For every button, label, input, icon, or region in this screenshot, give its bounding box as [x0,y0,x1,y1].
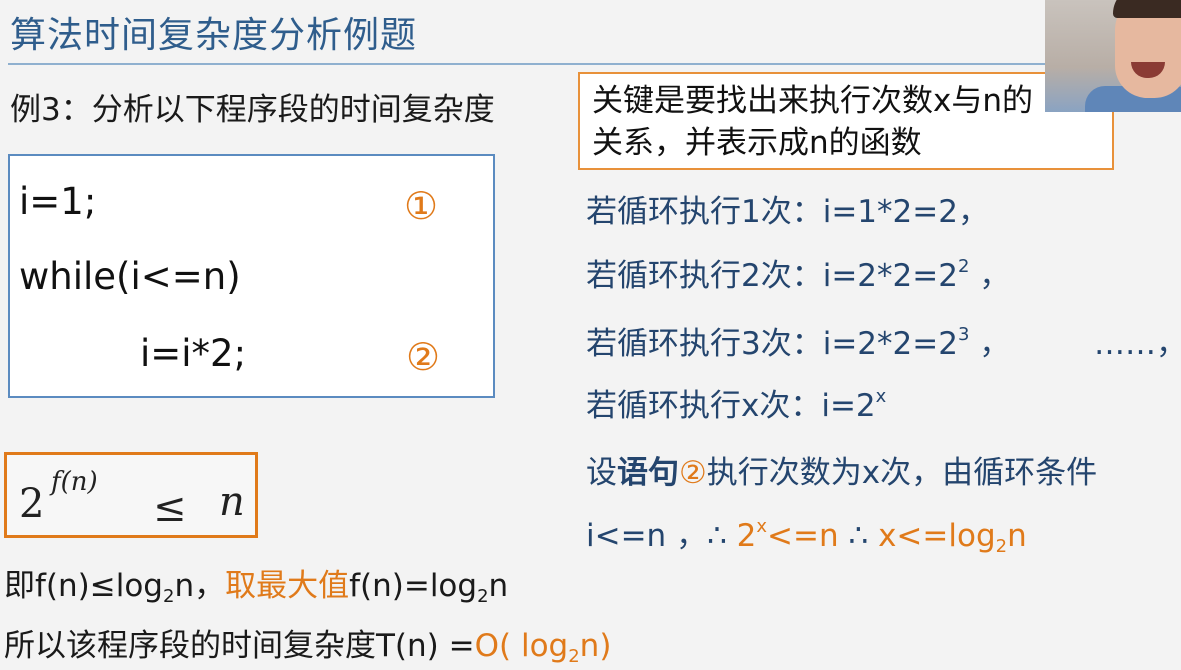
step-x-text: 若循环执行x次：i=2 [586,388,876,424]
conclusion-1b: n， [174,568,226,604]
conclusion-1-sub: 2 [162,586,175,607]
formula-box: 2 f(n) ≤ n [4,452,258,538]
derivation-prefix: i<=n ，∴ [586,518,737,554]
step-ellipsis: ……， [1094,326,1181,362]
derivation-therefore: ∴ [838,518,879,554]
step-3: 若循环执行3次：i=2*2=23 ， [586,318,1010,363]
assumption-line: 设语句②执行次数为x次，由循环条件 [586,447,1097,492]
conclusion-line-1: 即f(n)≤log2n，取最大值f(n)=log2n [4,560,508,607]
ineq-1-base: 2 [736,518,757,554]
step-2-exponent: 2 [957,256,970,277]
step-3-text: 若循环执行3次：i=2*2=2 [586,326,958,362]
step-2: 若循环执行2次：i=2*2=22 ， [586,250,1010,295]
conclusion-1-sub2: 2 [477,586,489,607]
formula-exponent: f(n) [51,467,98,497]
conclusion-1a: 即f(n)≤log [4,568,163,604]
conclusion-line-2: 所以该程序段的时间复杂度T(n) =O( log2n) [4,620,611,667]
code-line-3: i=i*2; [140,332,247,375]
conclusion-2a: 所以该程序段的时间复杂度T(n) = [4,628,475,664]
example-prompt: 例3：分析以下程序段的时间复杂度 [10,92,495,128]
ineq-2-rest: n [1007,518,1027,554]
conclusion-1d: n [488,568,509,604]
big-o-subscript: 2 [568,646,580,667]
assumption-prefix: 设 [586,455,617,491]
step-3-suffix: ， [969,326,1011,362]
presenter-hair [1113,0,1181,18]
step-2-suffix: ， [969,258,1011,294]
step-x-exponent: x [875,386,887,407]
step-x: 若循环执行x次：i=2x [586,380,886,425]
hint-callout: 关键是要找出来执行次数x与n的 关系，并表示成n的函数 [578,72,1114,170]
code-line-1: i=1; [19,180,97,223]
step-2-text: 若循环执行2次：i=2*2=2 [586,258,958,294]
assumption-marker: ② [679,455,707,491]
big-o-text: O( log [474,628,569,664]
derivation-ineq-2: x<=log2n [878,518,1027,557]
big-o-rest: n) [579,628,612,664]
ineq-2-subscript: 2 [995,536,1008,557]
ineq-1-exponent: x [756,516,768,537]
ineq-2-lhs: x<=log [878,518,996,554]
assumption-bold: 语句 [617,455,679,491]
assumption-suffix: 执行次数为x次，由循环条件 [706,455,1098,491]
statement-marker-1: ① [404,184,439,228]
hint-line-2: 关系，并表示成n的函数 [592,125,922,161]
statement-marker-2: ② [406,335,441,379]
conclusion-big-o: O( log2n) [474,628,612,667]
hint-line-1: 关键是要找出来执行次数x与n的 [592,83,1033,119]
code-line-2: while(i<=n) [19,255,241,298]
title-divider [8,63,1181,65]
page-title: 算法时间复杂度分析例题 [10,15,418,56]
formula-relation: ≤ [153,485,187,531]
conclusion-1-highlight: 取最大值 [225,568,350,604]
derivation-line: i<=n ，∴ 2x<=n ∴ x<=log2n [586,510,1027,557]
step-3-exponent: 3 [957,324,970,345]
conclusion-1c: f(n)=log [349,568,478,604]
formula-base: 2 [19,481,45,527]
presenter-webcam [1045,0,1181,112]
ineq-1-rest: <=n [767,518,839,554]
step-1: 若循环执行1次：i=1*2=2， [586,194,989,230]
formula-rhs: n [219,479,245,525]
derivation-ineq-1: 2x<=n [736,516,839,554]
